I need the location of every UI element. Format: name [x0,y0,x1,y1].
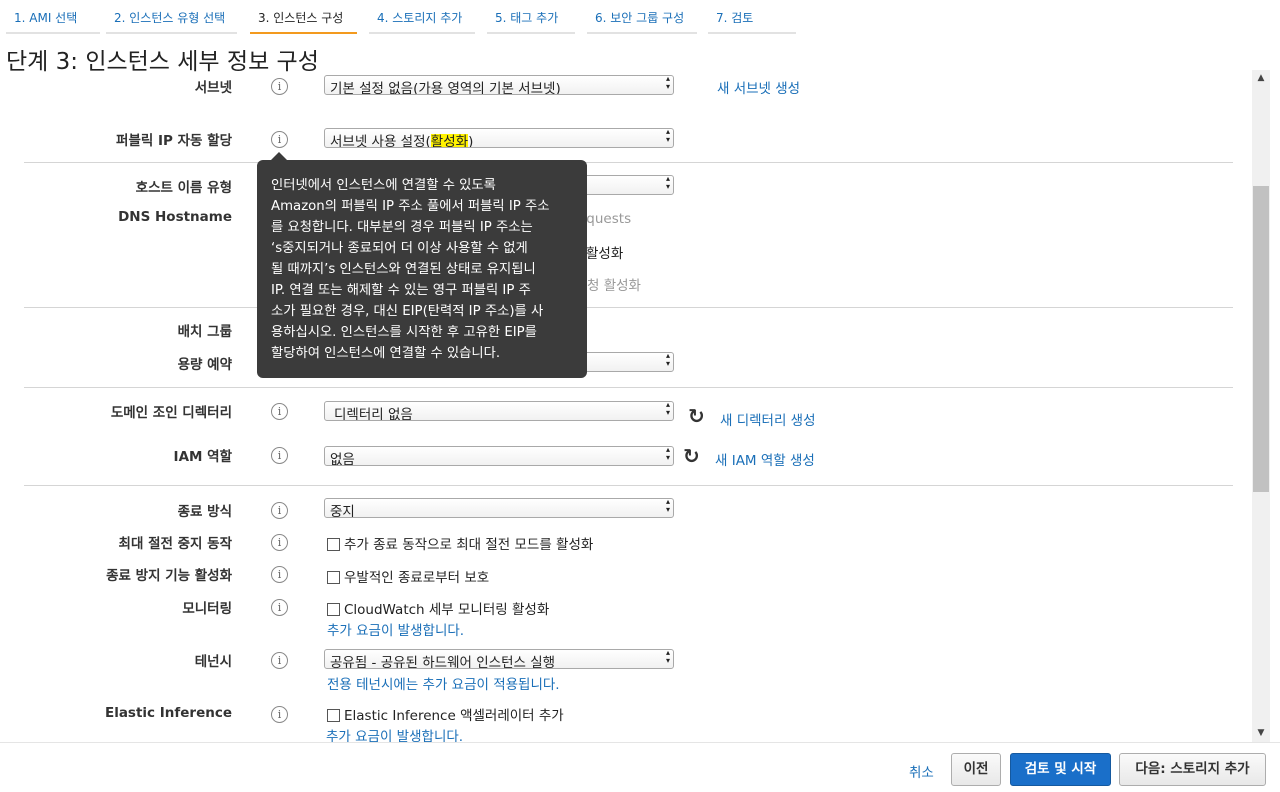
monitoring-checkbox[interactable]: CloudWatch 세부 모니터링 활성화 [327,598,549,618]
termination-protection-checkbox[interactable]: 우발적인 종료로부터 보호 [327,566,489,586]
tenancy-select[interactable]: 공유됨 - 공유된 하드웨어 인스턴스 실행 [324,649,674,669]
tooltip-line: ‘s중지되거나 종료되어 더 이상 사용할 수 없게 [271,241,528,256]
tab-add-storage[interactable]: 4. 스토리지 추가 [369,9,475,34]
tab-ami[interactable]: 1. AMI 선택 [6,9,100,34]
footer-bar: 취소 이전 검토 및 시작 다음: 스토리지 추가 [0,742,1280,792]
create-subnet-link[interactable]: 새 서브넷 생성 [717,77,800,97]
elastic-inference-label: Elastic Inference [104,705,232,721]
tab-add-tags[interactable]: 5. 태그 추가 [487,9,575,34]
tab-configure-instance[interactable]: 3. 인스턴스 구성 [250,9,357,34]
termination-protection-label: 종료 방지 기능 활성화 [106,568,232,584]
tooltip-line: 인터넷에서 인스턴스에 연결할 수 있도록 [271,178,496,193]
checkbox[interactable] [327,538,340,551]
public-ip-select[interactable]: 서브넷 사용 설정(활성화) [324,128,674,148]
create-directory-link[interactable]: 새 디렉터리 생성 [720,409,816,429]
hibernate-label: 최대 절전 중지 동작 [118,536,232,552]
checkbox[interactable] [327,603,340,616]
divider [24,307,1233,308]
previous-button[interactable]: 이전 [951,753,1001,786]
next-storage-button[interactable]: 다음: 스토리지 추가 [1119,753,1266,786]
refresh-icon[interactable]: ↻ [688,406,705,426]
iam-role-select[interactable]: 없음 [324,446,674,466]
subnet-select[interactable]: 기본 설정 없음(가용 영역의 기본 서브넷) [324,75,674,95]
tab-security-group[interactable]: 6. 보안 그룹 구성 [587,9,697,34]
public-ip-label: 퍼블릭 IP 자동 할당 [116,133,232,149]
domain-join-select[interactable]: 디렉터리 없음 [324,401,674,421]
info-icon[interactable]: i [271,447,288,464]
refresh-icon[interactable]: ↻ [683,446,700,466]
review-launch-button[interactable]: 검토 및 시작 [1010,753,1111,786]
tooltip-line: IP. 연결 또는 해제할 수 있는 영구 퍼블릭 IP 주 [271,283,531,298]
wizard-steps: 1. AMI 선택 2. 인스턴스 유형 선택 3. 인스턴스 구성 4. 스토… [0,0,1280,36]
divider [24,387,1233,388]
info-icon[interactable]: i [271,652,288,669]
dns-option-text: 청 활성화 [587,278,641,294]
info-icon[interactable]: i [271,599,288,616]
dns-option-text: 활성화 [586,246,624,262]
tenancy-label: 테넌시 [194,654,232,670]
tab-instance-type[interactable]: 2. 인스턴스 유형 선택 [106,9,237,34]
info-icon[interactable]: i [271,131,288,148]
tooltip-line: 소가 필요한 경우, 대신 EIP(탄력적 IP 주소)를 사 [271,304,544,319]
hostname-type-label: 호스트 이름 유형 [135,180,232,196]
tenancy-cost-note[interactable]: 전용 테넌시에는 추가 요금이 적용됩니다. [327,673,560,693]
info-icon[interactable]: i [271,502,288,519]
elastic-inference-checkbox[interactable]: Elastic Inference 액셀러레이터 추가 [327,704,564,724]
shutdown-behavior-label: 종료 방식 [177,504,232,520]
scroll-up-icon[interactable]: ▲ [1252,70,1270,87]
scrollbar-thumb[interactable] [1253,186,1269,492]
shutdown-behavior-select[interactable]: 중지 [324,498,674,518]
tooltip-line: 용하십시오. 인스턴스를 시작한 후 고유한 EIP를 [271,325,537,340]
vertical-scrollbar[interactable]: ▲ ▼ [1252,70,1270,742]
divider [24,485,1233,486]
info-icon[interactable]: i [271,534,288,551]
cancel-link[interactable]: 취소 [909,761,934,781]
info-icon[interactable]: i [271,78,288,95]
public-ip-tooltip: 인터넷에서 인스턴스에 연결할 수 있도록 Amazon의 퍼블릭 IP 주소 … [257,152,587,378]
tab-review[interactable]: 7. 검토 [708,9,796,34]
info-icon[interactable]: i [271,403,288,420]
checkbox[interactable] [327,709,340,722]
tooltip-line: Amazon의 퍼블릭 IP 주소 풀에서 퍼블릭 IP 주소 [271,199,550,214]
divider [24,162,1233,163]
hibernate-checkbox[interactable]: 추가 종료 동작으로 최대 절전 모드를 활성화 [327,533,593,553]
tooltip-line: 를 요청합니다. 대부분의 경우 퍼블릭 IP 주소는 [271,220,533,235]
elastic-inference-cost-note[interactable]: 추가 요금이 발생합니다. [326,725,463,742]
monitoring-cost-note[interactable]: 추가 요금이 발생합니다. [327,619,464,639]
dns-hostname-label: DNS Hostname [118,209,232,225]
create-iam-role-link[interactable]: 새 IAM 역할 생성 [715,449,815,469]
monitoring-label: 모니터링 [182,601,232,617]
iam-role-label: IAM 역할 [173,449,232,465]
tooltip-line: 될 때까지’s 인스턴스와 연결된 상태로 유지됩니 [271,262,536,277]
info-icon[interactable]: i [271,706,288,723]
tooltip-line: 할당하여 인스턴스에 연결할 수 있습니다. [271,346,501,361]
capacity-reservation-label: 용량 예약 [177,357,232,373]
placement-group-label: 배치 그룹 [177,324,232,340]
scroll-down-icon[interactable]: ▼ [1252,725,1270,742]
form-area: 서브넷 i 기본 설정 없음(가용 영역의 기본 서브넷) 새 서브넷 생성 퍼… [0,70,1256,742]
info-icon[interactable]: i [271,566,288,583]
checkbox[interactable] [327,571,340,584]
domain-join-label: 도메인 조인 디렉터리 [110,405,232,421]
subnet-label: 서브넷 [194,80,232,96]
